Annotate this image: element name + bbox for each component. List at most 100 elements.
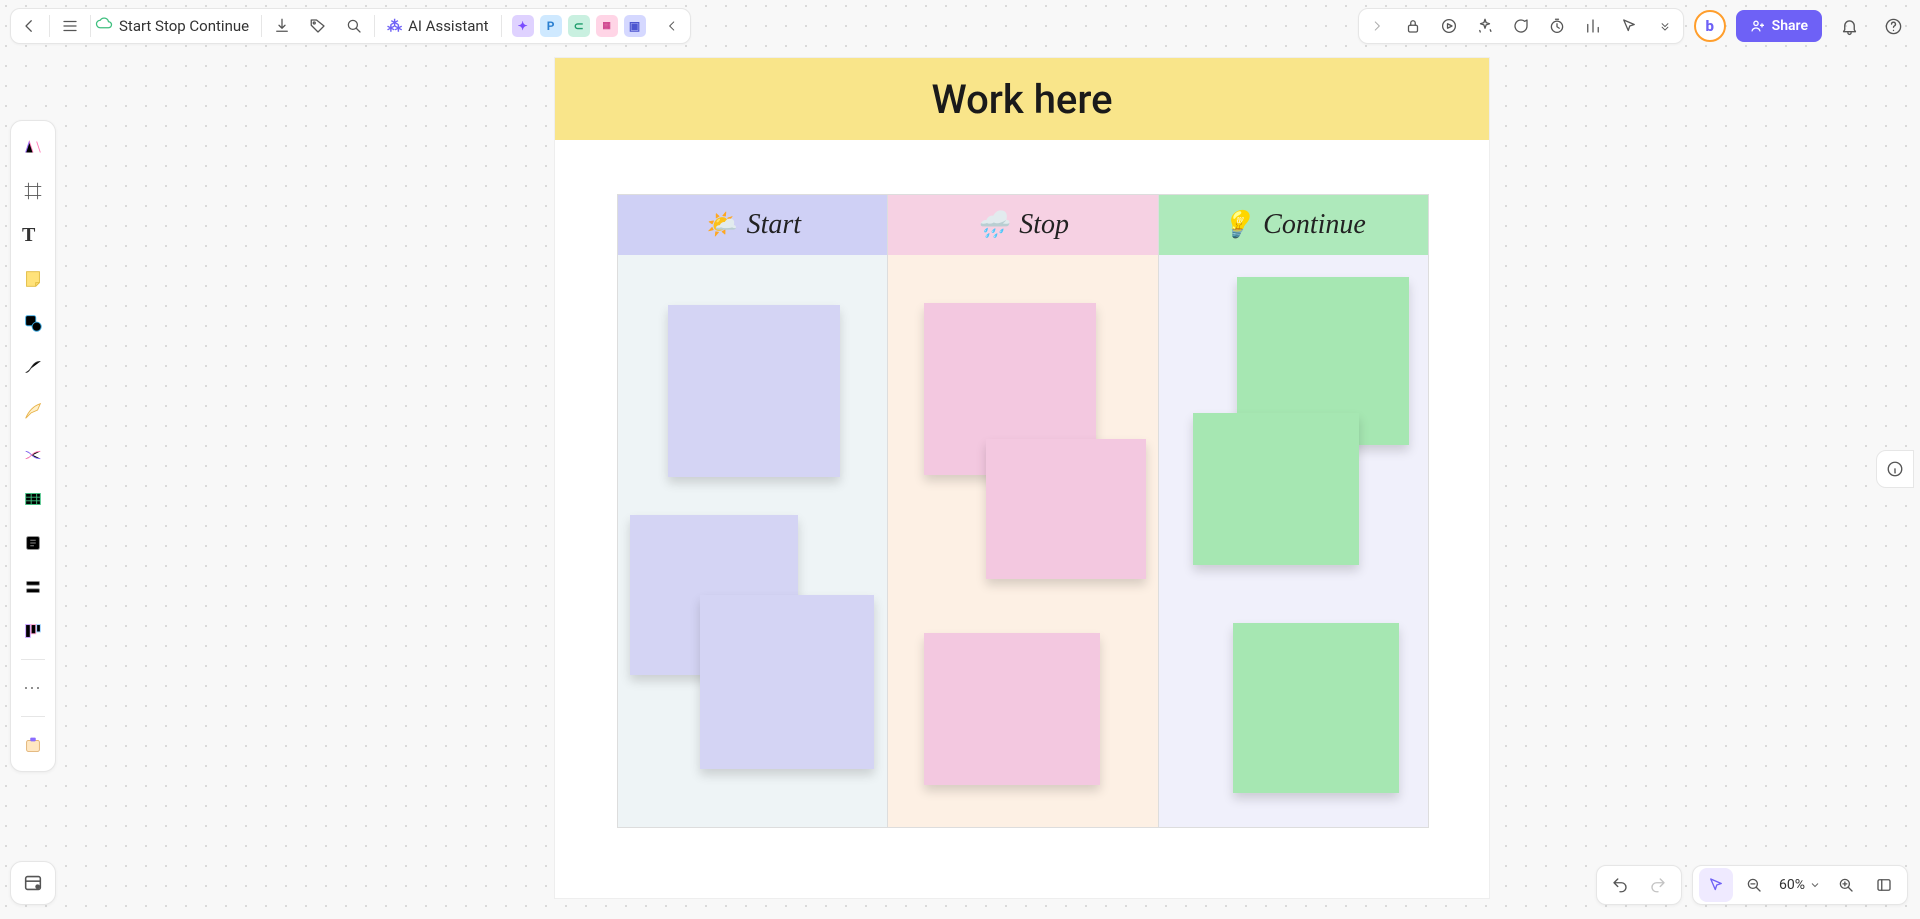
document-title[interactable]: Start Stop Continue (93, 8, 259, 44)
ai-assistant-button[interactable]: ⁂ AI Assistant (377, 17, 499, 35)
undo-button[interactable] (1603, 868, 1637, 902)
apps-tool[interactable] (14, 725, 52, 765)
chevron-right-icon (1370, 19, 1384, 33)
back-button[interactable] (11, 8, 47, 44)
brand-tool[interactable] (14, 127, 52, 167)
cursor-button[interactable] (1611, 8, 1647, 44)
info-chip[interactable] (1876, 450, 1914, 488)
apps-icon (22, 734, 44, 756)
sticky-note[interactable] (986, 439, 1146, 579)
column-body-start[interactable] (618, 255, 887, 827)
collaborator-badges[interactable]: ✦ P ⊂ ▦ ▣ (504, 15, 654, 37)
zoom-in-button[interactable] (1829, 868, 1863, 902)
fit-view-button[interactable] (1867, 868, 1901, 902)
sticky-note-tool[interactable] (14, 259, 52, 299)
more-tools[interactable]: ⋯ (14, 668, 52, 708)
curve-tool[interactable] (14, 347, 52, 387)
column-body-stop[interactable] (888, 255, 1157, 827)
user-plus-icon (1750, 18, 1766, 34)
rain-cloud-icon: 🌧️ (977, 210, 1009, 240)
brand-icon (22, 136, 44, 158)
ai-logo-icon: ⁂ (387, 17, 402, 35)
kanban-tool[interactable] (14, 611, 52, 651)
zoom-out-button[interactable] (1737, 868, 1771, 902)
collab-badge[interactable]: P (540, 15, 562, 37)
sun-cloud-icon: 🌤️ (704, 210, 736, 240)
zoom-percentage[interactable]: 60% (1775, 877, 1825, 893)
column-continue[interactable]: 💡 Continue (1159, 195, 1428, 827)
search-button[interactable] (336, 8, 372, 44)
lock-icon (1404, 17, 1422, 35)
help-button[interactable] (1876, 9, 1910, 43)
download-button[interactable] (264, 8, 300, 44)
undo-icon (1611, 876, 1629, 894)
left-tool-rail: T ⋯ (10, 120, 56, 772)
comment-button[interactable] (1503, 8, 1539, 44)
lightbulb-icon: 💡 (1221, 210, 1253, 240)
zoom-in-icon (1837, 876, 1855, 894)
column-body-continue[interactable] (1159, 255, 1428, 827)
sticky-note[interactable] (1193, 413, 1359, 565)
column-header-continue: 💡 Continue (1159, 195, 1428, 255)
sticky-note[interactable] (668, 305, 840, 477)
connector-tool[interactable] (14, 435, 52, 475)
sparkle-icon (1476, 17, 1494, 35)
share-button[interactable]: Share (1736, 10, 1822, 42)
redo-button[interactable] (1641, 868, 1675, 902)
text-block-tool[interactable] (14, 523, 52, 563)
comment-icon (1512, 17, 1530, 35)
bell-icon (1840, 17, 1859, 36)
select-mode-button[interactable] (1699, 868, 1733, 902)
board-frame[interactable]: Work here 🌤️ Start 🌧️ Stop 💡 Continue (555, 58, 1489, 898)
menu-button[interactable] (52, 8, 88, 44)
tag-icon (309, 17, 327, 35)
frame-tool[interactable] (14, 171, 52, 211)
templates-panel-button[interactable] (10, 861, 56, 905)
notifications-button[interactable] (1832, 9, 1866, 43)
pen-icon (22, 400, 44, 422)
list-tool[interactable] (14, 567, 52, 607)
connector-icon (22, 444, 44, 466)
shape-tool[interactable] (14, 303, 52, 343)
bar-chart-icon (1584, 17, 1602, 35)
list-icon (22, 576, 44, 598)
sticky-note[interactable] (700, 595, 874, 769)
kanban-icon (22, 620, 44, 642)
board-title: Work here (555, 58, 1489, 140)
curve-icon (22, 356, 44, 378)
vote-button[interactable] (1575, 8, 1611, 44)
more-top-button[interactable] (1647, 8, 1683, 44)
redo-icon (1649, 876, 1667, 894)
present-button[interactable] (1431, 8, 1467, 44)
column-start[interactable]: 🌤️ Start (618, 195, 888, 827)
sticky-note[interactable] (924, 633, 1100, 785)
document-title-text: Start Stop Continue (119, 17, 249, 35)
timer-button[interactable] (1539, 8, 1575, 44)
collab-badge[interactable]: ⊂ (568, 15, 590, 37)
column-stop[interactable]: 🌧️ Stop (888, 195, 1158, 827)
download-icon (273, 17, 291, 35)
collab-badge[interactable]: ▦ (596, 15, 618, 37)
text-tool[interactable]: T (14, 215, 52, 255)
cursor-icon (1620, 17, 1638, 35)
reactions-button[interactable] (1467, 8, 1503, 44)
more-icon: ⋯ (23, 678, 43, 699)
column-header-start: 🌤️ Start (618, 195, 887, 255)
cloud-sync-icon (95, 15, 113, 37)
tag-button[interactable] (300, 8, 336, 44)
sticky-note-icon (22, 268, 44, 290)
lock-button[interactable] (1395, 8, 1431, 44)
pen-tool[interactable] (14, 391, 52, 431)
collapse-collab-button[interactable] (654, 8, 690, 44)
double-chevron-down-icon (1658, 19, 1672, 33)
brand-avatar[interactable]: b (1694, 10, 1726, 42)
expand-right-button[interactable] (1359, 8, 1395, 44)
table-tool[interactable] (14, 479, 52, 519)
collab-badge[interactable]: ✦ (512, 15, 534, 37)
sticky-note[interactable] (1233, 623, 1399, 793)
zoom-cluster: 60% (1692, 865, 1908, 905)
collab-badge[interactable]: ▣ (624, 15, 646, 37)
hamburger-icon (61, 17, 79, 35)
ai-assistant-label: AI Assistant (408, 17, 489, 35)
chevron-down-icon (1809, 879, 1821, 891)
